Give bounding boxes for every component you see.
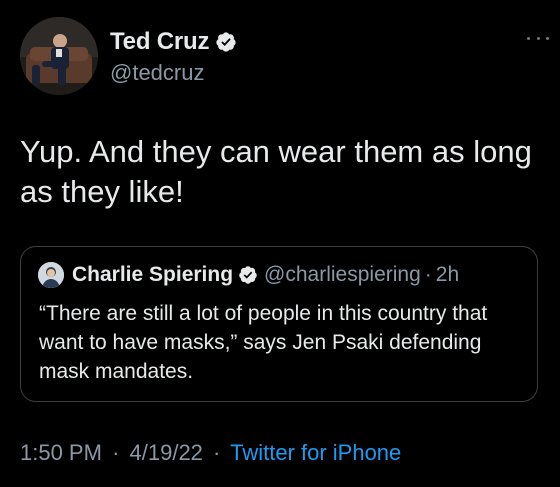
separator-dot: · — [424, 263, 432, 286]
author-name-row[interactable]: Ted Cruz — [110, 27, 237, 57]
tweet-date[interactable]: 4/19/22 — [130, 440, 203, 465]
author-display-name[interactable]: Ted Cruz — [110, 28, 209, 56]
quoted-tweet-text: “There are still a lot of people in this… — [39, 302, 488, 383]
quoted-author-handle[interactable]: @charliespiering — [264, 263, 421, 287]
author-avatar[interactable] — [20, 17, 98, 95]
dot — [527, 36, 530, 40]
quoted-author-display-name[interactable]: Charlie Spiering — [72, 263, 233, 287]
tweet-detail: Ted Cruz @tedcruz Yup. And they can wear… — [0, 0, 560, 487]
dot — [546, 36, 549, 40]
tweet-source-link[interactable]: Twitter for iPhone — [230, 440, 401, 465]
more-options-icon[interactable] — [527, 33, 549, 43]
quoted-tweet[interactable]: Charlie Spiering @charliespiering · 2h “… — [20, 246, 538, 402]
separator-dot: · — [112, 440, 120, 465]
separator-dot: · — [213, 440, 221, 465]
author-handle[interactable]: @tedcruz — [110, 60, 204, 86]
tweet-text: Yup. And they can wear them as long as t… — [20, 134, 532, 209]
verified-badge-icon — [216, 32, 236, 52]
quoted-tweet-time[interactable]: 2h — [436, 263, 459, 287]
verified-badge-icon — [239, 266, 257, 284]
quoted-profile-photo-icon — [38, 262, 64, 288]
tweet-time[interactable]: 1:50 PM — [20, 440, 102, 465]
tweet-metadata: 1:50 PM · 4/19/22 · Twitter for iPhone — [20, 440, 401, 466]
quoted-author-avatar[interactable] — [38, 262, 64, 288]
dot — [536, 36, 540, 40]
quoted-tweet-header: Charlie Spiering @charliespiering · 2h — [38, 262, 459, 288]
profile-photo-icon — [20, 17, 98, 95]
